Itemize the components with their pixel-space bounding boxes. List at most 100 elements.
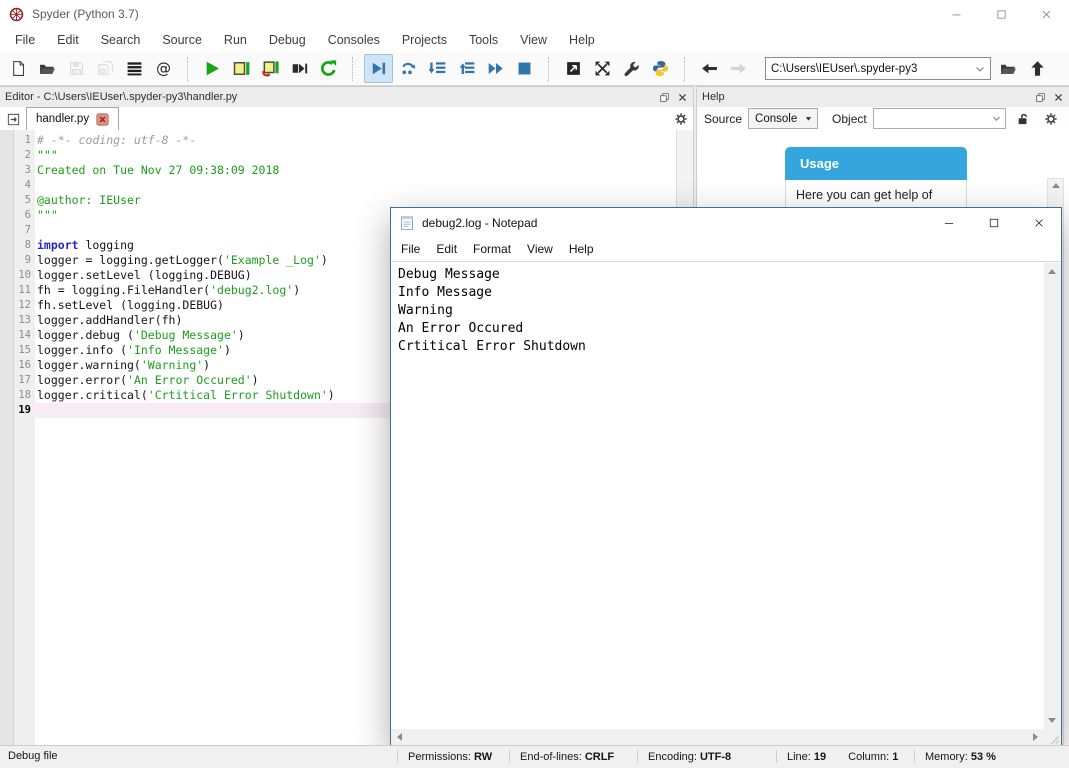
menu-run[interactable]: Run xyxy=(213,28,258,52)
browse-tabs-button[interactable] xyxy=(0,108,26,130)
debug-file-icon xyxy=(370,60,387,77)
code-line: """ xyxy=(35,148,677,163)
lock-open-icon xyxy=(1016,112,1030,126)
preferences-icon xyxy=(623,60,640,77)
notepad-menu-edit[interactable]: Edit xyxy=(428,238,465,260)
run-cell-advance-icon xyxy=(262,60,279,77)
undock-icon[interactable] xyxy=(659,92,670,103)
status-group: Line: 19Column: 1 xyxy=(787,746,898,767)
scroll-left-arrow-icon[interactable] xyxy=(397,733,402,741)
source-combo[interactable]: Console xyxy=(748,108,818,129)
object-combo[interactable] xyxy=(873,108,1006,129)
scroll-right-arrow-icon[interactable] xyxy=(1033,733,1038,741)
tab-handler-py[interactable]: handler.py xyxy=(26,107,119,131)
notepad-maximize-button[interactable] xyxy=(971,208,1016,238)
notepad-vertical-scrollbar[interactable] xyxy=(1044,263,1061,729)
menu-view[interactable]: View xyxy=(509,28,558,52)
source-combo-value: Console xyxy=(749,113,803,125)
notepad-text-line: Crtitical Error Shutdown xyxy=(398,338,1044,356)
scroll-down-arrow-icon[interactable] xyxy=(1048,718,1056,723)
step-button[interactable] xyxy=(395,55,422,82)
working-directory-value: C:\Users\IEUser\.spyder-py3 xyxy=(766,63,974,75)
line-number: 10 xyxy=(14,268,35,283)
maximize-button[interactable] xyxy=(979,0,1024,28)
notepad-horizontal-scrollbar[interactable] xyxy=(391,729,1044,746)
back-button[interactable] xyxy=(696,55,723,82)
save-all-button[interactable] xyxy=(92,55,119,82)
notepad-menu-help[interactable]: Help xyxy=(561,238,602,260)
run-selection-icon xyxy=(291,60,308,77)
debug-file-button[interactable] xyxy=(364,54,393,83)
help-options-button[interactable] xyxy=(1040,109,1062,129)
fullscreen-button[interactable] xyxy=(589,55,616,82)
line-number: 19 xyxy=(14,403,35,418)
open-file-button[interactable] xyxy=(34,55,61,82)
run-file-icon xyxy=(204,60,221,77)
menu-tools[interactable]: Tools xyxy=(458,28,509,52)
file-switcher-button[interactable] xyxy=(121,55,148,82)
step-into-button[interactable] xyxy=(424,55,451,82)
parent-dir-button[interactable] xyxy=(1024,55,1051,82)
continue-button[interactable] xyxy=(482,55,509,82)
notepad-text-area[interactable]: Debug MessageInfo MessageWarningAn Error… xyxy=(391,263,1044,729)
open-dir-button[interactable] xyxy=(995,55,1022,82)
chevron-down-icon xyxy=(991,113,1002,124)
new-file-button[interactable] xyxy=(5,55,32,82)
notepad-menu-file[interactable]: File xyxy=(393,238,428,260)
line-number: 3 xyxy=(14,163,35,178)
close-pane-icon[interactable] xyxy=(677,92,688,103)
menu-projects[interactable]: Projects xyxy=(391,28,458,52)
stop-debug-button[interactable] xyxy=(511,55,538,82)
maximize-pane-button[interactable] xyxy=(560,55,587,82)
menu-search[interactable]: Search xyxy=(90,28,152,52)
notepad-menu-format[interactable]: Format xyxy=(465,238,519,260)
tab-close-icon[interactable] xyxy=(96,113,109,126)
working-directory-combo[interactable]: C:\Users\IEUser\.spyder-py3 xyxy=(765,57,991,80)
menu-file[interactable]: File xyxy=(4,28,46,52)
notepad-menu-view[interactable]: View xyxy=(519,238,561,260)
status-group: Permissions: RW xyxy=(408,746,492,767)
close-button[interactable] xyxy=(1024,0,1069,28)
scroll-up-arrow-icon[interactable] xyxy=(1052,183,1060,188)
menu-debug[interactable]: Debug xyxy=(258,28,317,52)
forward-button[interactable] xyxy=(725,55,752,82)
step-return-button[interactable] xyxy=(453,55,480,82)
minimize-button[interactable] xyxy=(934,0,979,28)
continue-icon xyxy=(487,60,504,77)
back-icon xyxy=(701,60,718,77)
file-switcher-icon xyxy=(126,60,143,77)
chevron-down-icon xyxy=(974,63,986,75)
python-path-button[interactable] xyxy=(647,55,674,82)
menu-help[interactable]: Help xyxy=(558,28,606,52)
rerun-cell-button[interactable] xyxy=(315,55,342,82)
resize-grip[interactable] xyxy=(1044,729,1061,746)
line-number-gutter[interactable]: 12345678910111213141516171819 xyxy=(14,130,35,746)
menu-source[interactable]: Source xyxy=(151,28,213,52)
spyder-main-window: Spyder (Python 3.7) FileEditSearchSource… xyxy=(0,0,1069,768)
scroll-up-arrow-icon[interactable] xyxy=(1048,269,1056,274)
run-selection-button[interactable] xyxy=(286,55,313,82)
toolbar-separator xyxy=(187,57,189,81)
save-button[interactable] xyxy=(63,55,90,82)
notepad-text-line: Info Message xyxy=(398,284,1044,302)
open-dir-icon xyxy=(1000,60,1017,77)
undock-icon[interactable] xyxy=(1035,92,1046,103)
symbol-finder-button[interactable]: @ xyxy=(150,55,177,82)
notepad-close-button[interactable] xyxy=(1016,208,1061,238)
line-number: 9 xyxy=(14,253,35,268)
step-into-icon xyxy=(429,60,446,77)
line-number: 1 xyxy=(14,133,35,148)
lock-button[interactable] xyxy=(1012,109,1034,129)
menu-edit[interactable]: Edit xyxy=(46,28,90,52)
toolbar-separator xyxy=(548,57,550,81)
close-pane-icon[interactable] xyxy=(1053,92,1064,103)
preferences-button[interactable] xyxy=(618,55,645,82)
status-item: End-of-lines: CRLF xyxy=(520,751,614,763)
run-file-button[interactable] xyxy=(199,55,226,82)
run-cell-advance-button[interactable] xyxy=(257,55,284,82)
editor-options-button[interactable] xyxy=(669,108,693,130)
notepad-minimize-button[interactable] xyxy=(926,208,971,238)
run-cell-button[interactable] xyxy=(228,55,255,82)
notepad-title-bar[interactable]: debug2.log - Notepad xyxy=(391,208,1061,238)
menu-consoles[interactable]: Consoles xyxy=(317,28,391,52)
